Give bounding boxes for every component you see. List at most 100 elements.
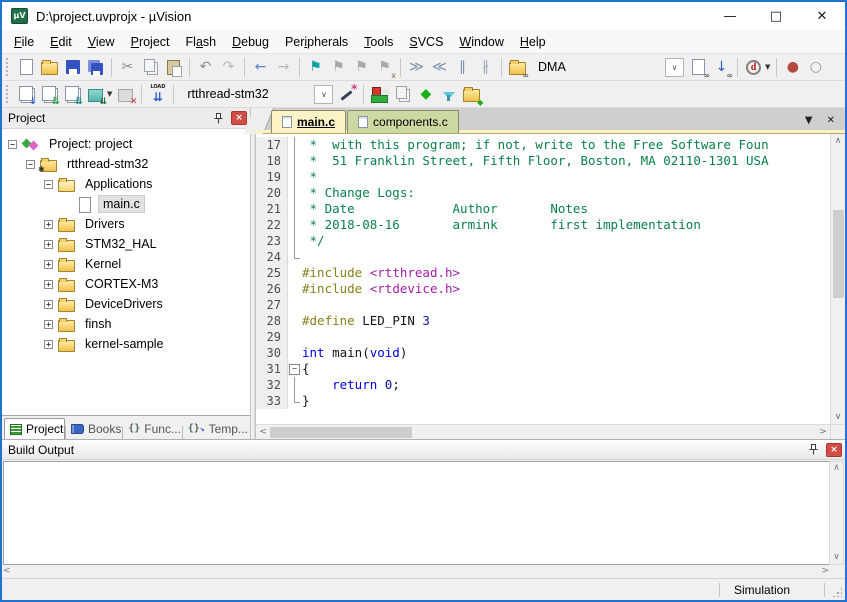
tab-books[interactable]: Books <box>66 418 122 439</box>
fold-toggle-icon[interactable] <box>288 361 302 377</box>
tab-functions[interactable]: {}Func... <box>123 418 181 439</box>
build-output-horizontal-scrollbar[interactable]: < > <box>2 565 845 578</box>
tree-item-cortex-m3[interactable]: +CORTEX-M3 <box>2 274 250 294</box>
tree-item-finsh[interactable]: +finsh <box>2 314 250 334</box>
menu-debug[interactable]: Debug <box>224 32 277 52</box>
code-pane[interactable]: 17 * with this program; if not, write to… <box>256 134 830 424</box>
translate-file-icon[interactable]: ↓ <box>15 83 38 106</box>
collapse-icon[interactable]: − <box>8 140 17 149</box>
scroll-left-icon[interactable]: < <box>256 428 270 437</box>
expand-icon[interactable]: + <box>44 280 53 289</box>
download-icon[interactable]: LOAD⇊ <box>146 83 169 106</box>
editor-tab-components-c[interactable]: components.c <box>347 110 459 133</box>
stop-build-icon[interactable]: ✕ <box>114 83 137 106</box>
toggle-bookmark-icon[interactable]: ⚑ <box>304 56 327 79</box>
select-packs-icon[interactable] <box>437 83 460 106</box>
tab-list-dropdown[interactable]: ▼ <box>805 115 813 126</box>
menu-edit[interactable]: Edit <box>42 32 80 52</box>
build-output-vertical-scrollbar[interactable]: ∧ ∨ <box>829 461 844 565</box>
dropdown-arrow-icon[interactable]: ▼ <box>107 90 112 98</box>
incremental-find-icon[interactable]: ↓∞ <box>710 56 733 79</box>
cut-icon[interactable]: ✂ <box>116 56 139 79</box>
save-icon[interactable] <box>61 56 84 79</box>
menu-flash[interactable]: Flash <box>178 32 225 52</box>
tree-item-kernel-sample[interactable]: +kernel-sample <box>2 334 250 354</box>
pin-icon[interactable] <box>805 442 821 457</box>
undo-icon[interactable]: ↶ <box>194 56 217 79</box>
menu-window[interactable]: Window <box>451 32 511 52</box>
menu-peripherals[interactable]: Peripherals <box>277 32 356 52</box>
scroll-right-icon[interactable]: > <box>821 567 829 576</box>
tree-item-drivers[interactable]: +Drivers <box>2 214 250 234</box>
options-for-target-icon[interactable] <box>336 83 359 106</box>
pin-icon[interactable] <box>210 111 226 126</box>
horizontal-scroll-thumb[interactable] <box>270 427 412 438</box>
outdent-icon[interactable]: ≪ <box>428 56 451 79</box>
paste-icon[interactable] <box>162 56 185 79</box>
save-all-icon[interactable] <box>84 56 107 79</box>
menu-project[interactable]: Project <box>123 32 178 52</box>
editor-vertical-scrollbar[interactable]: ∧ ∨ <box>830 134 845 424</box>
scroll-up-icon[interactable]: ∧ <box>833 464 840 473</box>
code-editor[interactable]: 17 * with this program; if not, write to… <box>255 134 845 424</box>
comment-icon[interactable]: ∥ <box>451 56 474 79</box>
resize-grip[interactable] <box>825 579 845 600</box>
vertical-scroll-thumb[interactable] <box>833 210 844 298</box>
disable-breakpoint-icon[interactable]: ○ <box>804 56 827 79</box>
menu-tools[interactable]: Tools <box>356 32 401 52</box>
tree-item-devicedrivers[interactable]: +DeviceDrivers <box>2 294 250 314</box>
expand-icon[interactable]: + <box>44 340 53 349</box>
tree-item-applications[interactable]: −Applications <box>2 174 250 194</box>
toggle-breakpoint-icon[interactable]: ● <box>781 56 804 79</box>
expand-icon[interactable]: + <box>44 240 53 249</box>
menu-svcs[interactable]: SVCS <box>401 32 451 52</box>
minimize-button[interactable]: — <box>707 2 753 30</box>
scroll-left-icon[interactable]: < <box>3 567 11 576</box>
dropdown-arrow-icon[interactable]: ▼ <box>765 63 770 71</box>
tree-item-main-c[interactable]: main.c <box>2 194 250 214</box>
chevron-down-icon[interactable]: ∨ <box>665 58 684 77</box>
target-select-combo[interactable]: rtthread-stm32∨ <box>181 84 333 105</box>
navigate-back-icon[interactable]: ← <box>249 56 272 79</box>
toolbar-gripper[interactable] <box>6 85 11 103</box>
clear-bookmarks-icon[interactable]: ⚑x <box>373 56 396 79</box>
editor-horizontal-scrollbar[interactable]: < > <box>255 424 845 439</box>
tree-item-rtthread-stm32[interactable]: −✱rtthread-stm32 <box>2 154 250 174</box>
find-text-combo[interactable]: DMA∨ <box>532 57 684 78</box>
expand-icon[interactable]: + <box>44 300 53 309</box>
open-file-icon[interactable] <box>38 56 61 79</box>
menu-help[interactable]: Help <box>512 32 554 52</box>
toolbar-gripper[interactable] <box>6 58 11 76</box>
scroll-up-icon[interactable]: ∧ <box>835 134 842 148</box>
pack-installer-icon[interactable]: ◆ <box>460 83 483 106</box>
window-layout-icon[interactable] <box>391 83 414 106</box>
copy-icon[interactable] <box>139 56 162 79</box>
chevron-down-icon[interactable]: ∨ <box>314 85 333 104</box>
close-document-button[interactable]: ✕ <box>827 115 835 126</box>
lookup-icon[interactable]: d <box>742 56 765 79</box>
find-in-files-icon[interactable]: ∞ <box>506 56 529 79</box>
next-bookmark-icon[interactable]: ⚑ <box>350 56 373 79</box>
close-panel-button[interactable]: × <box>826 443 842 457</box>
indent-icon[interactable]: ≫ <box>405 56 428 79</box>
scroll-down-icon[interactable]: ∨ <box>833 553 840 562</box>
scroll-right-icon[interactable]: > <box>816 428 830 437</box>
expand-icon[interactable]: + <box>44 260 53 269</box>
tab-project[interactable]: Project <box>4 418 65 439</box>
build-target-icon[interactable]: ⇊ <box>38 83 61 106</box>
redo-icon[interactable]: ↷ <box>217 56 240 79</box>
collapse-icon[interactable]: − <box>26 160 35 169</box>
close-panel-button[interactable]: × <box>231 111 247 125</box>
scroll-down-icon[interactable]: ∨ <box>835 410 842 424</box>
manage-rte-icon[interactable] <box>368 83 391 106</box>
find-icon[interactable]: ∞ <box>687 56 710 79</box>
expand-icon[interactable]: + <box>44 320 53 329</box>
new-file-icon[interactable] <box>15 56 38 79</box>
batch-build-icon[interactable]: ⇊ <box>84 83 107 106</box>
close-button[interactable]: ✕ <box>799 2 845 30</box>
tree-item-project-root[interactable]: −Project: project <box>2 134 250 154</box>
build-output-content[interactable] <box>3 461 829 565</box>
menu-view[interactable]: View <box>80 32 123 52</box>
collapse-icon[interactable]: − <box>44 180 53 189</box>
tab-templates[interactable]: {}Temp... <box>183 418 248 439</box>
